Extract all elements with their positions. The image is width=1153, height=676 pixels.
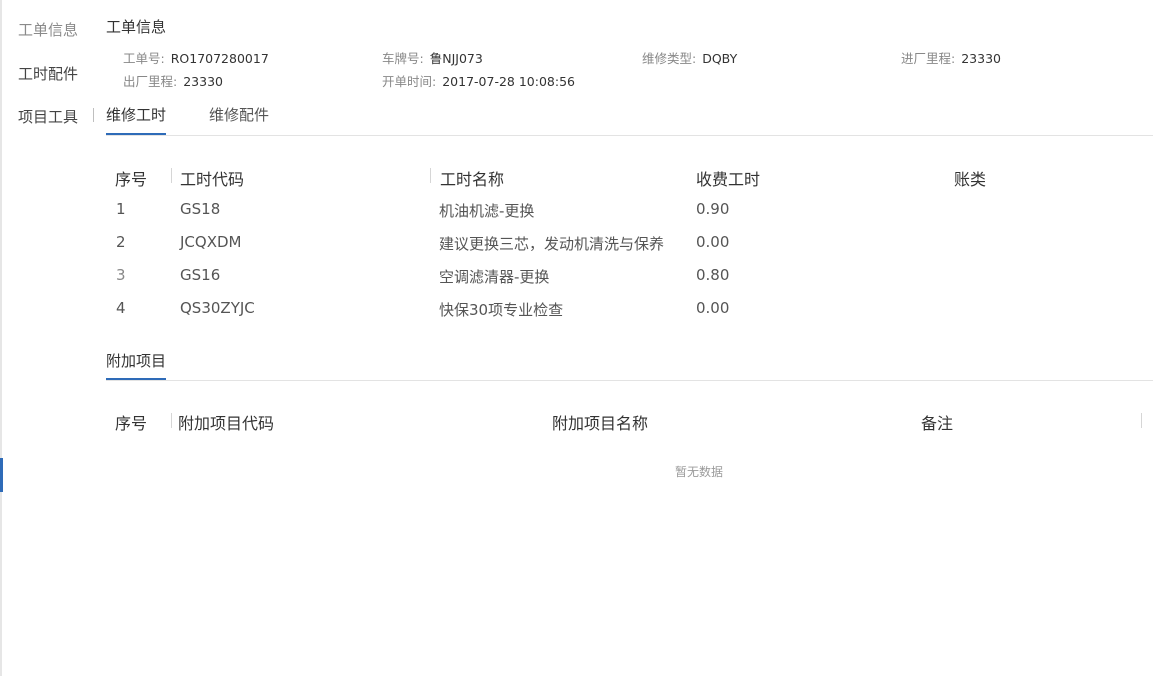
labor-col-separator[interactable]: [171, 168, 172, 183]
labor-col-name: 工时名称: [440, 170, 505, 189]
row-seq: 3: [116, 266, 126, 284]
info-plate-number-label: 车牌号:: [382, 51, 424, 66]
info-mileage-in-label: 进厂里程:: [901, 51, 956, 66]
row-hours: 0.00: [696, 233, 730, 251]
info-mileage-in: 进厂里程: 23330: [901, 48, 1001, 67]
extra-col-separator[interactable]: [1141, 413, 1142, 428]
tab-repair-labor[interactable]: 维修工时: [106, 104, 166, 125]
info-repair-type: 维修类型: DQBY: [642, 48, 737, 67]
extra-items-divider: [106, 380, 1153, 381]
row-seq: 4: [116, 299, 126, 317]
info-order-number: 工单号: RO1707280017: [123, 48, 269, 67]
labor-col-separator[interactable]: [430, 168, 431, 183]
info-plate-number: 车牌号: 鲁NJJ073: [382, 48, 483, 67]
row-name: 机油机滤-更换: [439, 202, 535, 220]
labor-col-code: 工时代码: [180, 170, 245, 189]
row-seq: 2: [116, 233, 126, 251]
side-nav-item-labor-parts[interactable]: 工时配件: [18, 63, 78, 84]
info-mileage-in-value: 23330: [961, 51, 1001, 66]
tab-divider: [106, 135, 1153, 136]
row-code: JCQXDM: [180, 233, 242, 251]
extra-col-remark: 备注: [921, 414, 954, 433]
order-info-title: 工单信息: [106, 18, 167, 36]
row-hours: 0.80: [696, 266, 730, 284]
left-edge-accent: [0, 458, 3, 492]
row-code: GS16: [180, 266, 221, 284]
side-nav-item-project-tools[interactable]: 项目工具: [18, 106, 78, 127]
info-open-time-value: 2017-07-28 10:08:56: [442, 74, 575, 89]
work-order-page: 工单信息 工时配件 项目工具 工单信息 工单号: RO1707280017 车牌号…: [0, 0, 1153, 676]
extra-col-name: 附加项目名称: [552, 414, 649, 433]
row-name: 快保30项专业检查: [439, 301, 564, 319]
extra-items-title[interactable]: 附加项目: [106, 350, 166, 371]
side-nav-divider: [93, 108, 94, 122]
row-code: GS18: [180, 200, 221, 218]
labor-col-hours: 收费工时: [696, 170, 761, 189]
info-repair-type-label: 维修类型:: [642, 51, 697, 66]
info-order-number-value: RO1707280017: [170, 51, 269, 66]
left-edge-border: [0, 0, 2, 676]
row-name: 建议更换三芯，发动机清洗与保养: [439, 235, 665, 253]
info-mileage-out-value: 23330: [183, 74, 223, 89]
info-mileage-out-label: 出厂里程:: [123, 74, 178, 89]
row-hours: 0.00: [696, 299, 730, 317]
info-mileage-out: 出厂里程: 23330: [123, 71, 223, 90]
row-hours: 0.90: [696, 200, 730, 218]
row-code: QS30ZYJC: [180, 299, 255, 317]
extra-col-separator[interactable]: [171, 413, 172, 428]
row-name: 空调滤清器-更换: [439, 268, 550, 286]
empty-state-text: 暂无数据: [675, 465, 724, 479]
info-open-time-label: 开单时间:: [382, 74, 437, 89]
tab-repair-parts[interactable]: 维修配件: [209, 104, 269, 125]
labor-col-seq: 序号: [115, 170, 148, 189]
extra-col-code: 附加项目代码: [178, 414, 275, 433]
side-nav-item-order-info[interactable]: 工单信息: [18, 19, 78, 40]
extra-col-seq: 序号: [115, 414, 148, 433]
row-seq: 1: [116, 200, 126, 218]
info-plate-number-value: 鲁NJJ073: [429, 51, 483, 66]
info-repair-type-value: DQBY: [702, 51, 738, 66]
info-order-number-label: 工单号:: [123, 51, 165, 66]
info-open-time: 开单时间: 2017-07-28 10:08:56: [382, 71, 575, 90]
labor-col-account: 账类: [954, 170, 987, 189]
